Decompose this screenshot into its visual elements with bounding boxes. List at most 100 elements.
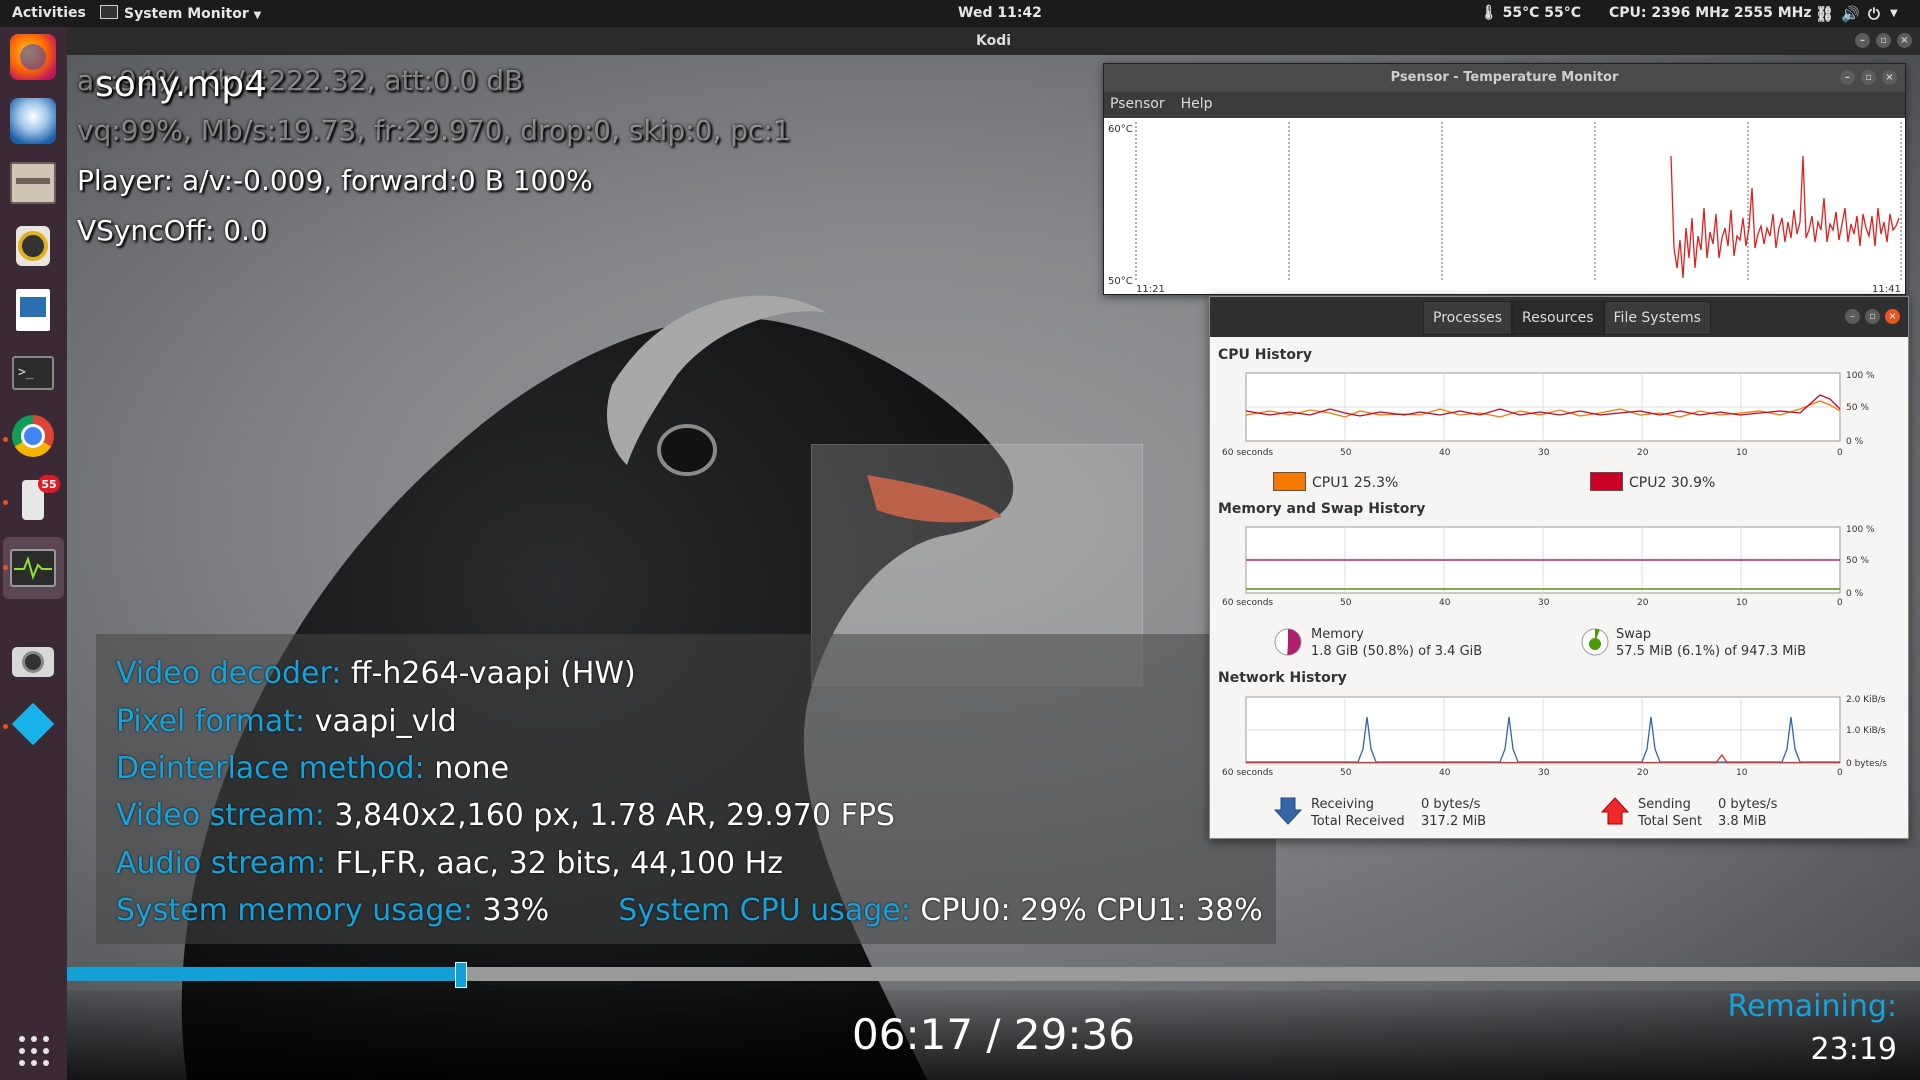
kodi-icon[interactable]: [10, 701, 56, 747]
cpu2-legend-text: CPU2 30.9%: [1629, 475, 1716, 491]
system-cpu-value: CPU0: 29% CPU1: 38%: [920, 893, 1263, 928]
system-monitor-dock-icon[interactable]: [10, 545, 56, 591]
network-history-title: Network History: [1218, 670, 1347, 686]
tab-resources[interactable]: Resources: [1512, 301, 1604, 335]
video-stream-value: 3,840x2,160 px, 1.78 AR, 29.970 FPS: [334, 798, 895, 833]
sending-legend: Sending Total Sent: [1638, 796, 1702, 830]
system-cpu-label: System CPU usage:: [618, 893, 911, 928]
audio-stream-row: Audio stream: FL,FR, aac, 32 bits, 44,10…: [116, 846, 783, 881]
pixel-format-row: Pixel format: vaapi_vld: [116, 704, 457, 739]
cpu2-legend[interactable]: CPU2 30.9%: [1590, 472, 1715, 491]
cpu-history-title: CPU History: [1218, 347, 1312, 363]
writer-icon[interactable]: [10, 287, 56, 333]
minimize-button[interactable]: –: [1840, 70, 1855, 85]
files-icon[interactable]: [10, 160, 56, 206]
seek-bar-handle[interactable]: [455, 962, 467, 988]
cpu1-color-swatch[interactable]: [1273, 472, 1306, 491]
vsync-line: VSyncOff: 0.0: [77, 214, 268, 247]
receiving-value: 0 bytes/s: [1421, 797, 1481, 812]
close-button[interactable]: ×: [1885, 309, 1900, 324]
temperature-series: [1670, 155, 1900, 279]
psensor-titlebar: Psensor - Temperature Monitor – ▫ ×: [1104, 64, 1905, 92]
cpu1-legend[interactable]: CPU1 25.3%: [1273, 472, 1398, 491]
total-sent-value: 3.8 MiB: [1718, 814, 1767, 829]
file-name: sony.mp4: [95, 64, 268, 105]
psensor-graph: 60°C 50°C 11:21 11:41: [1104, 118, 1905, 295]
tab-processes[interactable]: Processes: [1423, 301, 1513, 335]
firefox-icon[interactable]: [10, 34, 56, 80]
memory-history-chart: 60 seconds 50 40 30 20 10 0 100 % 50 % 0…: [1222, 525, 1875, 608]
x-tick: 50: [1340, 448, 1352, 458]
menu-help[interactable]: Help: [1181, 96, 1213, 112]
dock: >_ 55: [0, 27, 67, 1080]
system-memory-value: 33%: [482, 893, 550, 928]
deinterlace-row: Deinterlace method: none: [116, 751, 509, 786]
tab-file-systems[interactable]: File Systems: [1603, 301, 1711, 335]
pixel-format-label: Pixel format:: [116, 704, 306, 739]
pixel-format-value: vaapi_vld: [314, 704, 457, 739]
running-indicator: [3, 565, 8, 570]
system-usage-row: System memory usage: 33% System CPU usag…: [116, 893, 1263, 928]
total-sent-label: Total Sent: [1638, 814, 1703, 829]
minimize-button[interactable]: –: [1855, 33, 1870, 48]
close-button[interactable]: ×: [1897, 33, 1912, 48]
sending-values: 0 bytes/s 3.8 MiB: [1718, 796, 1777, 830]
video-decoder-label: Video decoder:: [116, 656, 342, 691]
chrome-icon[interactable]: [10, 413, 56, 459]
caret-down-icon: ▼: [253, 10, 262, 21]
terminal-icon[interactable]: >_: [10, 350, 56, 396]
kodi-titlebar: Kodi – ▫ ×: [67, 27, 1920, 55]
update-count-badge: 55: [38, 475, 60, 493]
maximize-button[interactable]: ▫: [1876, 33, 1891, 48]
menu-psensor[interactable]: Psensor: [1110, 96, 1165, 112]
total-received-label: Total Received: [1311, 814, 1405, 829]
x-tick: 10: [1736, 448, 1748, 458]
memory-legend: Memory 1.8 GiB (50.8%) of 3.4 GiB: [1311, 626, 1482, 660]
system-memory-label: System memory usage:: [116, 893, 473, 928]
power-icon[interactable]: ⏻: [1868, 5, 1880, 23]
rhythmbox-icon[interactable]: [10, 223, 56, 269]
running-indicator: [3, 724, 8, 729]
audio-stream-label: Audio stream:: [116, 846, 327, 881]
x-tick: 60 seconds: [1222, 598, 1273, 608]
y-tick: 0 bytes/s: [1846, 759, 1887, 769]
video-stream-label: Video stream:: [116, 798, 325, 833]
system-monitor-icon: [100, 5, 118, 19]
maximize-button[interactable]: ▫: [1861, 70, 1876, 85]
volume-icon[interactable]: 🔊: [1841, 5, 1860, 23]
screenshot-icon[interactable]: [10, 639, 56, 685]
grid-lines: [1135, 122, 1902, 280]
temperature-indicator[interactable]: 🌡 55°C 55°C: [1480, 5, 1581, 21]
system-menu-caret-icon[interactable]: ▼: [1890, 8, 1898, 19]
maximize-button[interactable]: ▫: [1865, 309, 1880, 324]
running-indicator: [3, 437, 8, 442]
minimize-button[interactable]: –: [1845, 309, 1860, 324]
activities-button[interactable]: Activities: [12, 5, 86, 21]
y-max-label: 60°C: [1108, 124, 1133, 135]
close-button[interactable]: ×: [1882, 70, 1897, 85]
psensor-menubar: Psensor Help: [1104, 92, 1905, 116]
tab-bar: Processes Resources File Systems: [1423, 301, 1711, 335]
x-tick: 40: [1439, 448, 1451, 458]
thunderbird-icon[interactable]: [10, 98, 56, 144]
receiving-arrow-icon[interactable]: [1273, 796, 1303, 826]
x-tick: 0: [1837, 448, 1843, 458]
swap-value: 57.5 MiB (6.1%) of 947.3 MiB: [1616, 644, 1807, 659]
sending-arrow-icon[interactable]: [1600, 796, 1630, 826]
x-tick: 30: [1538, 598, 1550, 608]
app-menu[interactable]: System Monitor ▼: [100, 5, 261, 22]
x-start-label: 11:21: [1136, 284, 1165, 294]
x-tick: 0: [1837, 598, 1843, 608]
clock[interactable]: Wed 11:42: [958, 5, 1042, 21]
cpu2-color-swatch[interactable]: [1590, 472, 1623, 491]
memory-pie-icon[interactable]: [1273, 627, 1303, 657]
cpu-frequency-indicator[interactable]: CPU: 2396 MHz 2555 MHz: [1609, 5, 1812, 21]
show-applications-icon[interactable]: [18, 1035, 50, 1071]
x-tick: 40: [1439, 598, 1451, 608]
thermometer-icon: 🌡: [1480, 5, 1498, 21]
network-icon[interactable]: ⛓: [1815, 5, 1834, 23]
memory-label: Memory: [1311, 627, 1364, 642]
sending-label: Sending: [1638, 797, 1691, 812]
swap-pie-icon[interactable]: [1580, 627, 1610, 657]
swap-label: Swap: [1616, 627, 1652, 642]
